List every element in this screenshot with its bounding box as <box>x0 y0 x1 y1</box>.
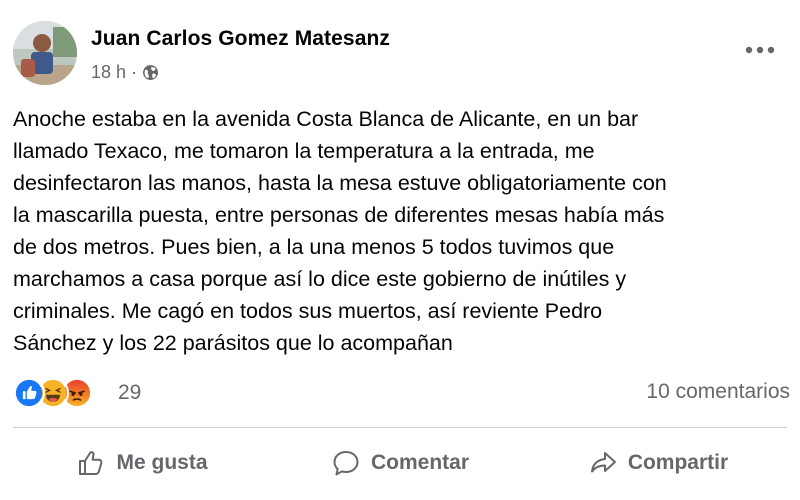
reaction-count[interactable]: 29 <box>118 377 141 409</box>
divider <box>13 427 787 428</box>
share-button[interactable]: Compartir <box>529 440 787 486</box>
avatar-photo <box>13 21 77 85</box>
meta-separator: · <box>131 62 138 82</box>
reactions-summary[interactable]: 29 <box>13 377 141 409</box>
reaction-icons[interactable] <box>13 377 109 409</box>
comment-button[interactable]: Comentar <box>271 440 529 486</box>
avatar[interactable] <box>13 21 77 85</box>
post-time[interactable]: 18 h <box>91 62 126 83</box>
author-name[interactable]: Juan Carlos Gomez Matesanz <box>91 27 390 51</box>
globe-icon <box>142 64 159 81</box>
comment-icon <box>331 448 361 478</box>
like-reaction-icon <box>13 377 45 409</box>
share-icon <box>588 448 618 478</box>
thumbs-up-icon <box>76 448 106 478</box>
like-button[interactable]: Me gusta <box>13 440 271 486</box>
facebook-post: Juan Carlos Gomez Matesanz 18 h · Anoche… <box>0 0 800 500</box>
share-label: Compartir <box>627 451 729 474</box>
comments-count[interactable]: 10 comentarios <box>646 380 790 404</box>
more-options-icon[interactable] <box>743 38 777 62</box>
comment-label: Comentar <box>370 451 470 474</box>
post-meta: 18 h · <box>91 62 159 83</box>
like-label: Me gusta <box>116 451 208 474</box>
post-text: Anoche estaba en la avenida Costa Blanca… <box>13 107 667 355</box>
post-actions: Me gusta Comentar Compartir <box>13 440 787 486</box>
